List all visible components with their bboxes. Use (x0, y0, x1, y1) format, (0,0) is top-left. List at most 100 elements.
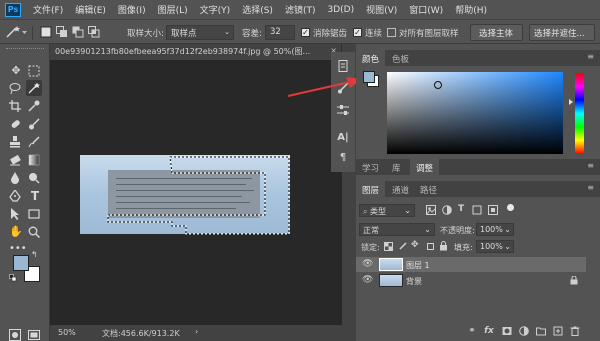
eraser-tool-icon[interactable] (9, 154, 21, 166)
hue-slider-marker[interactable] (569, 99, 573, 105)
zoom-tool-icon[interactable] (28, 226, 40, 238)
clone-stamp-tool-icon[interactable] (9, 136, 21, 148)
blend-mode-select[interactable]: 正常 ⌄ (359, 223, 435, 236)
dodge-tool-icon[interactable] (28, 172, 40, 184)
pixel-layer-filter-icon[interactable] (426, 205, 436, 215)
lasso-tool-icon[interactable] (9, 82, 21, 94)
type-tool-icon[interactable]: T (28, 189, 42, 203)
type-layer-filter-icon[interactable]: T (458, 204, 464, 214)
default-colors-icon[interactable] (9, 274, 17, 282)
menu-edit[interactable]: 编辑(E) (69, 3, 112, 16)
paragraph-panel-icon[interactable]: ¶ (337, 152, 349, 164)
new-group-icon[interactable] (536, 326, 546, 336)
subtract-from-selection-icon[interactable] (72, 26, 84, 38)
rectangular-marquee-tool-icon[interactable] (28, 65, 40, 77)
zoom-level[interactable]: 50% (58, 328, 76, 337)
add-to-selection-icon[interactable] (56, 26, 68, 38)
adjustments-sliders-icon[interactable] (337, 104, 349, 116)
menu-select[interactable]: 选择(S) (236, 3, 279, 16)
panel-menu-icon[interactable]: ≡ (587, 183, 594, 192)
menu-view[interactable]: 视图(V) (360, 3, 403, 16)
panel-menu-icon[interactable]: ≡ (587, 52, 594, 61)
menu-file[interactable]: 文件(F) (27, 3, 69, 16)
crop-tool-icon[interactable] (9, 100, 21, 112)
status-menu-arrow[interactable]: › (195, 327, 198, 336)
foreground-color-swatch[interactable] (13, 255, 29, 271)
menu-type[interactable]: 文字(Y) (194, 3, 237, 16)
menu-help[interactable]: 帮助(H) (449, 3, 493, 16)
hand-tool-icon[interactable]: ✋ (9, 225, 23, 239)
color-spectrum-field[interactable] (387, 72, 563, 154)
layer-row-layer1[interactable]: 👁 图层 1 (356, 257, 586, 272)
quick-mask-icon[interactable] (9, 329, 21, 341)
color-picker-cursor[interactable] (434, 81, 442, 89)
menu-filter[interactable]: 滤镜(T) (279, 3, 322, 16)
spot-healing-brush-icon[interactable] (9, 118, 21, 130)
magic-wand-preset-icon[interactable] (5, 25, 27, 39)
blur-tool-icon[interactable] (9, 172, 21, 184)
panel-foreground-color[interactable] (363, 71, 375, 83)
contiguous-checkbox[interactable]: ✓ (353, 28, 362, 37)
tab-learn[interactable]: 学习 (356, 159, 385, 177)
menu-image[interactable]: 图像(I) (112, 3, 152, 16)
lock-pixels-icon[interactable] (398, 242, 407, 251)
more-tools-icon[interactable]: ••• (9, 242, 27, 256)
sample-all-layers-checkbox[interactable] (387, 28, 396, 37)
visibility-eye-icon[interactable]: 👁 (362, 275, 373, 285)
filter-toggle-icon[interactable] (507, 204, 514, 211)
tolerance-input[interactable]: 32 (265, 25, 295, 40)
tab-adjustments[interactable]: 调整 (410, 159, 440, 177)
menu-layer[interactable]: 图层(L) (152, 3, 194, 16)
visibility-eye-icon[interactable]: 👁 (362, 259, 373, 269)
hue-slider[interactable] (575, 73, 584, 154)
layer-name[interactable]: 背景 (406, 276, 422, 287)
tab-libraries[interactable]: 库 (386, 159, 407, 177)
gradient-tool-icon[interactable] (28, 154, 40, 166)
lock-position-icon[interactable]: ✥ (411, 240, 419, 250)
brush-tool-icon[interactable] (28, 118, 40, 130)
character-panel-icon[interactable]: A| (337, 132, 349, 144)
document-tab[interactable]: 00e93901213fb80efbeea95f37d12f2eb938974f… (50, 44, 342, 60)
history-panel-icon[interactable] (337, 60, 349, 72)
tab-swatches[interactable]: 色板 (386, 50, 415, 68)
select-subject-button[interactable]: 选择主体 (470, 24, 523, 41)
menu-3d[interactable]: 3D(D) (321, 5, 360, 15)
menu-window[interactable]: 窗口(W) (403, 3, 449, 16)
new-selection-icon[interactable] (40, 26, 52, 38)
layer-mask-icon[interactable] (502, 326, 512, 336)
pen-tool-icon[interactable] (9, 190, 21, 202)
opacity-input[interactable]: 100% ⌄ (476, 223, 514, 236)
delete-layer-icon[interactable] (570, 326, 580, 336)
smart-object-filter-icon[interactable] (488, 205, 498, 215)
swap-colors-icon[interactable]: ↰ (31, 250, 38, 259)
eyedropper-tool-icon[interactable] (28, 100, 40, 112)
layer-filter-select[interactable]: ⌕ 类型 ⌄ (359, 204, 415, 217)
lock-transparent-icon[interactable] (384, 242, 393, 251)
path-selection-tool-icon[interactable] (9, 208, 21, 220)
select-and-mask-button[interactable]: 选择并遮住... (529, 24, 595, 41)
tab-paths[interactable]: 路径 (414, 181, 443, 199)
antialias-checkbox[interactable]: ✓ (301, 28, 310, 37)
intersect-selection-icon[interactable] (88, 26, 100, 38)
sample-size-select[interactable]: 取样点 ⌄ (166, 25, 234, 40)
layer-name[interactable]: 图层 1 (406, 260, 430, 271)
rectangle-tool-icon[interactable] (28, 208, 40, 220)
lock-artboard-icon[interactable] (426, 242, 435, 251)
adjustment-layer-filter-icon[interactable] (442, 205, 452, 215)
shape-layer-filter-icon[interactable] (472, 205, 482, 215)
tab-channels[interactable]: 通道 (386, 181, 415, 199)
layer-row-background[interactable]: 👁 背景 (356, 273, 586, 288)
panel-menu-icon[interactable]: ≡ (587, 161, 594, 170)
layer-style-icon[interactable]: fx (484, 326, 494, 336)
tab-color[interactable]: 颜色 (356, 50, 386, 68)
tab-layers[interactable]: 图层 (356, 181, 386, 199)
new-fill-adjustment-icon[interactable] (519, 326, 529, 336)
new-layer-icon[interactable] (553, 326, 563, 336)
screen-mode-icon[interactable] (28, 329, 40, 341)
history-brush-tool-icon[interactable] (28, 136, 40, 148)
link-layers-icon[interactable]: ⚭ (467, 326, 477, 336)
lock-all-icon[interactable] (439, 241, 448, 251)
magic-wand-tool-icon[interactable] (28, 82, 40, 94)
fill-input[interactable]: 100% ⌄ (476, 240, 514, 253)
move-tool-icon[interactable]: ✥ (9, 64, 23, 78)
